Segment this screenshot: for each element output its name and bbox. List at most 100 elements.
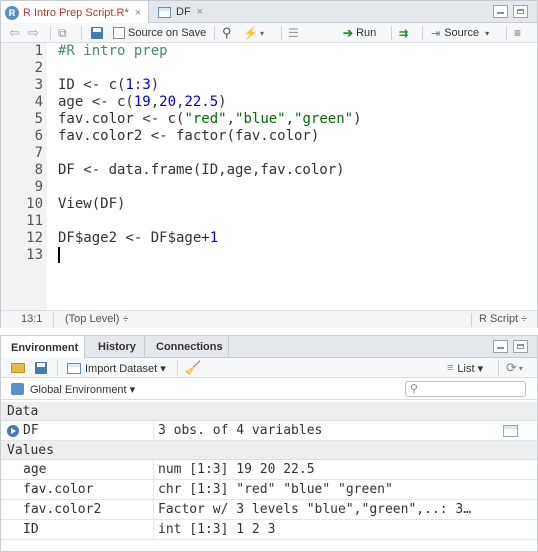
line-number: 1 [34, 43, 43, 59]
toolbar-divider [81, 26, 82, 40]
global-environment-selector[interactable]: Global Environment ▾ [11, 379, 135, 399]
import-dataset-button[interactable]: Import Dataset ▾ [67, 358, 166, 378]
source-button[interactable]: ⇥ Source ▾ [431, 23, 489, 43]
save-icon[interactable] [91, 23, 103, 43]
environment-pane: Environment History Connections Import D… [0, 335, 538, 552]
code-line[interactable]: age <- c(19,20,22.5) [58, 94, 227, 111]
environment-scope-bar: Global Environment ▾ ⚲ [1, 378, 537, 400]
column-divider [153, 500, 154, 520]
search-icon: ⚲ [410, 383, 419, 395]
maximize-pane-icon[interactable] [513, 5, 528, 18]
list-item[interactable]: ID int [1:3] 1 2 3 [1, 520, 537, 540]
line-number: 8 [34, 162, 43, 178]
toolbar-divider [281, 26, 282, 40]
source-arrow-icon: ⇥ [431, 27, 441, 40]
environment-search-input[interactable]: ⚲ [405, 381, 526, 397]
file-type-selector[interactable]: R Script ÷ [479, 313, 527, 325]
run-button[interactable]: ➔ Run [343, 23, 376, 43]
show-in-window-icon[interactable]: ⧉ [58, 23, 67, 43]
tab-connections[interactable]: Connections [146, 336, 229, 358]
compile-report-icon[interactable]: ☰ [288, 23, 299, 43]
tab-df[interactable]: DF × [158, 1, 218, 23]
code-line[interactable]: View(DF) [58, 196, 125, 213]
line-number-gutter: 1 2 3 4 5 6 7 8 9 10 11 12 13 [1, 43, 47, 311]
environment-variable-list: Data DF 3 obs. of 4 variables Values age… [1, 402, 537, 540]
toolbar-divider [391, 26, 392, 40]
column-divider [153, 421, 154, 441]
line-number: 5 [34, 111, 43, 127]
column-divider [153, 520, 154, 540]
run-arrow-icon: ➔ [343, 26, 354, 40]
variable-name: fav.color2 [23, 502, 102, 517]
minimize-pane-icon[interactable] [493, 5, 508, 18]
variable-value: num [1:3] 19 20 22.5 [158, 462, 315, 477]
toolbar-divider [50, 26, 51, 40]
view-data-icon[interactable] [503, 425, 518, 437]
r-file-icon: R [5, 5, 19, 20]
values-section-header: Values [1, 441, 537, 460]
minimize-pane-icon[interactable] [493, 340, 508, 353]
toolbar-divider [422, 26, 423, 40]
broom-clear-icon[interactable]: 🧹 [185, 358, 201, 378]
source-on-save-checkbox[interactable]: Source on Save [113, 23, 206, 43]
refresh-icon[interactable]: ⟳ ▾ [506, 358, 523, 378]
maximize-pane-icon[interactable] [513, 340, 528, 353]
list-item[interactable]: DF 3 obs. of 4 variables [1, 421, 537, 441]
line-number: 3 [34, 77, 43, 93]
chevron-down-icon[interactable]: ▾ [485, 29, 489, 38]
source-on-save-label: Source on Save [128, 27, 207, 39]
rerun-icon[interactable]: ⇉ [399, 23, 408, 43]
tab-label: Environment [11, 341, 79, 354]
scope-selector[interactable]: (Top Level) ÷ [65, 313, 129, 325]
editor-tabbar: R R Intro Prep Script.R* × DF × [1, 1, 537, 24]
r-environment-icon [11, 383, 24, 395]
list-item[interactable]: age num [1:3] 19 20 22.5 [1, 460, 537, 480]
column-divider [153, 480, 154, 500]
save-workspace-icon[interactable] [35, 358, 47, 378]
line-number: 2 [34, 60, 43, 76]
code-tools-wand-icon[interactable]: ⚡ ▾ [243, 23, 264, 43]
back-arrow-icon[interactable]: ⇦ [9, 23, 20, 43]
load-workspace-icon[interactable] [11, 358, 25, 378]
list-view-selector[interactable]: ≡ List ▾ [447, 358, 483, 378]
line-number: 12 [26, 230, 43, 246]
toolbar-divider [214, 26, 215, 40]
line-number: 6 [34, 128, 43, 144]
code-line[interactable]: fav.color <- c("red","blue","green") [58, 111, 362, 128]
variable-name: ID [23, 522, 39, 537]
code-line[interactable]: DF$age2 <- DF$age+1 [58, 230, 218, 247]
list-item[interactable]: fav.color chr [1:3] "red" "blue" "green" [1, 480, 537, 500]
tab-environment[interactable]: Environment [1, 336, 85, 359]
line-number: 11 [26, 213, 43, 229]
code-line[interactable]: ID <- c(1:3) [58, 77, 159, 94]
variable-name: age [23, 462, 47, 477]
close-tab-icon[interactable]: × [197, 6, 203, 18]
tab-label: R Intro Prep Script.R* [23, 6, 129, 19]
import-dataset-label: Import Dataset ▾ [85, 362, 166, 375]
toolbar-divider [506, 26, 507, 40]
variable-value: int [1:3] 1 2 3 [158, 522, 276, 537]
line-number: 10 [26, 196, 43, 212]
line-number: 4 [34, 94, 43, 110]
document-outline-icon[interactable]: ≡ [514, 23, 521, 43]
forward-arrow-icon[interactable]: ⇨ [28, 23, 39, 43]
code-editor[interactable]: 1 2 3 4 5 6 7 8 9 10 11 12 13 #R intro p… [1, 43, 537, 311]
tab-history[interactable]: History [88, 336, 145, 358]
toolbar-divider [498, 361, 499, 375]
checkbox-icon [113, 27, 125, 39]
toolbar-divider [57, 361, 58, 375]
list-label: List ▾ [457, 362, 484, 375]
search-icon[interactable]: ⚲ [222, 23, 232, 43]
expand-icon[interactable] [7, 425, 19, 437]
code-line[interactable]: fav.color2 <- factor(fav.color) [58, 128, 319, 145]
editor-statusbar: 13:1 (Top Level) ÷ R Script ÷ [1, 310, 537, 328]
tab-label: Connections [156, 341, 223, 353]
close-tab-icon[interactable]: × [135, 7, 141, 19]
code-line[interactable]: #R intro prep [58, 43, 168, 60]
code-line[interactable]: DF <- data.frame(ID,age,fav.color) [58, 162, 345, 179]
status-divider [53, 313, 54, 327]
data-section-header: Data [1, 402, 537, 421]
list-item[interactable]: fav.color2 Factor w/ 3 levels "blue","gr… [1, 500, 537, 520]
table-icon [67, 362, 81, 374]
tab-r-intro-prep-script[interactable]: R R Intro Prep Script.R* × [1, 1, 149, 24]
